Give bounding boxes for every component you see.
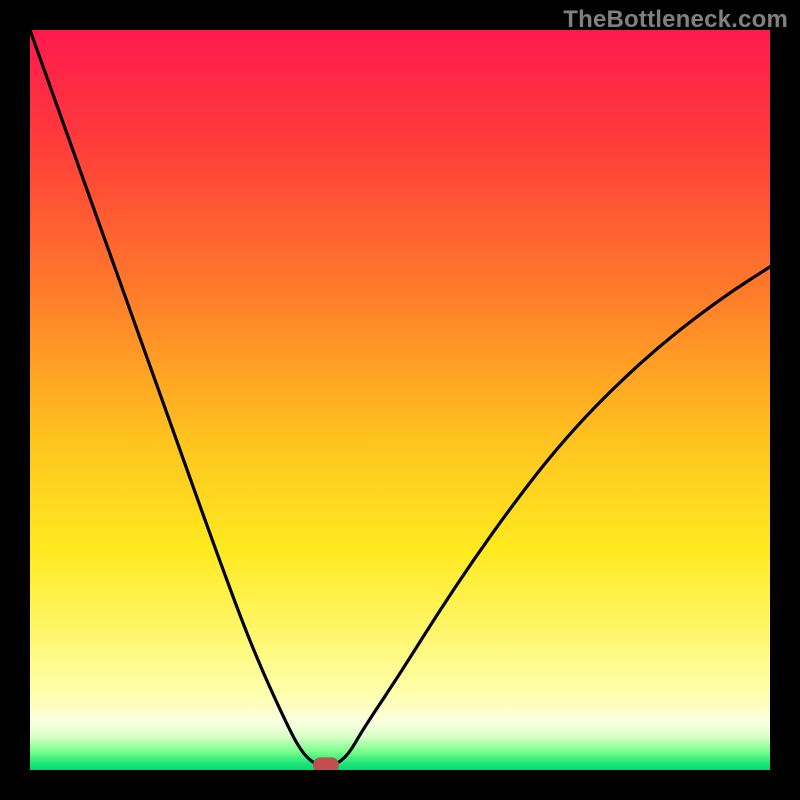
chart-frame: TheBottleneck.com (0, 0, 800, 800)
gradient-background (30, 30, 770, 770)
optimal-marker (313, 757, 339, 770)
plot-area (30, 30, 770, 770)
chart-svg (30, 30, 770, 770)
